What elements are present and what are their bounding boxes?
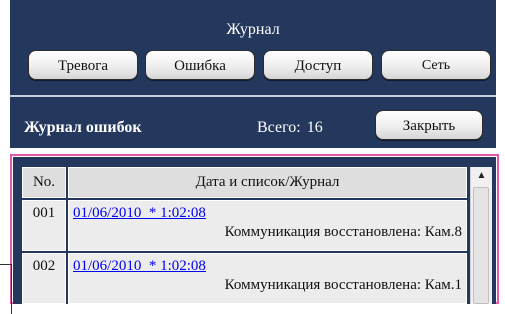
column-header-no: No.	[22, 167, 66, 198]
table-row: 002 01/06/2010 * 1:02:08 Коммуникация во…	[22, 253, 467, 304]
log-message: Коммуникация восстановлена: Кам.1	[224, 277, 462, 293]
table-row: 001 01/06/2010 * 1:02:08 Коммуникация во…	[22, 200, 467, 251]
row-number: 002	[22, 253, 66, 304]
vertical-scrollbar[interactable]: ▲	[470, 167, 492, 304]
triangle-up-icon[interactable]: ▲	[471, 167, 492, 185]
header-divider	[10, 95, 496, 97]
log-datetime-link[interactable]: 01/06/2010 * 1:02:08	[73, 258, 462, 275]
total-label: Всего:	[257, 119, 301, 136]
scrollbar-thumb[interactable]	[473, 187, 489, 304]
access-log-button[interactable]: Доступ	[263, 50, 373, 80]
log-entry: 01/06/2010 * 1:02:08 Коммуникация восста…	[68, 200, 467, 251]
column-header-date-log: Дата и список/Журнал	[68, 167, 467, 198]
total-value: 16	[306, 119, 323, 136]
log-table-area: No. Дата и список/Журнал 001 01/06/2010 …	[22, 167, 467, 304]
row-number: 001	[22, 200, 66, 251]
alarm-log-button[interactable]: Тревога	[28, 50, 138, 80]
error-log-button[interactable]: Ошибка	[145, 50, 255, 80]
log-title: Журнал	[226, 21, 280, 38]
total-count: Всего: 16	[257, 119, 323, 137]
log-entry: 01/06/2010 * 1:02:08 Коммуникация восста…	[68, 253, 467, 304]
close-button[interactable]: Закрыть	[375, 110, 483, 140]
log-message: Коммуникация восстановлена: Кам.8	[224, 224, 462, 240]
network-log-button[interactable]: Сеть	[381, 50, 491, 80]
error-log-title: Журнал ошибок	[24, 119, 142, 136]
log-datetime-link[interactable]: 01/06/2010 * 1:02:08	[73, 205, 462, 222]
table-header-row: No. Дата и список/Журнал	[22, 167, 467, 198]
log-table: No. Дата и список/Журнал 001 01/06/2010 …	[22, 167, 467, 304]
callout-line-stem	[11, 264, 12, 314]
